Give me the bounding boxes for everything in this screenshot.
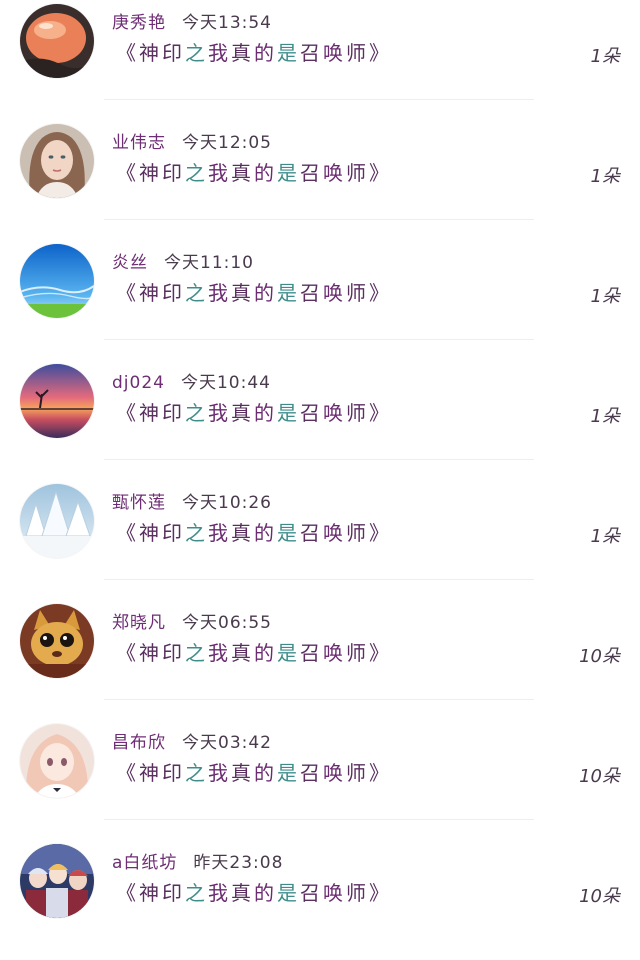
- book-title[interactable]: 《神印之我真的是召唤师》: [116, 518, 392, 548]
- timestamp: 今天13:54: [182, 13, 272, 33]
- book-title[interactable]: 《神印之我真的是召唤师》: [116, 758, 392, 788]
- divider: [104, 579, 534, 580]
- flower-count: 1朵: [590, 166, 620, 187]
- avatar[interactable]: [20, 724, 94, 798]
- anime-group-image-icon: [20, 844, 94, 918]
- cartoon-cat-image-icon: [20, 604, 94, 678]
- divider: [104, 819, 534, 820]
- timestamp: 今天11:10: [164, 253, 254, 273]
- list-item[interactable]: 炎丝 今天11:10 《神印之我真的是召唤师》 1朵: [0, 240, 640, 360]
- list-item[interactable]: 昌布欣 今天03:42 《神印之我真的是召唤师》 10朵: [0, 720, 640, 840]
- list-item[interactable]: 甄怀莲 今天10:26 《神印之我真的是召唤师》 1朵: [0, 480, 640, 600]
- list-item[interactable]: 庚秀艳 今天13:54 《神印之我真的是召唤师》 1朵: [0, 0, 640, 120]
- book-title[interactable]: 《神印之我真的是召唤师》: [116, 398, 392, 428]
- list-item[interactable]: a白纸坊 昨天23:08 《神印之我真的是召唤师》 10朵: [0, 840, 640, 960]
- timestamp: 今天06:55: [182, 613, 272, 633]
- gift-list: 庚秀艳 今天13:54 《神印之我真的是召唤师》 1朵 业伟志 今天12:05 《神…: [0, 0, 640, 932]
- avatar[interactable]: [20, 124, 94, 198]
- peach-blob-photo-icon: [20, 4, 94, 78]
- avatar[interactable]: [20, 604, 94, 678]
- flower-count: 1朵: [590, 286, 620, 307]
- avatar[interactable]: [20, 244, 94, 318]
- flower-count: 1朵: [590, 406, 620, 427]
- flower-count: 10朵: [579, 766, 620, 787]
- username[interactable]: 炎丝: [112, 253, 148, 273]
- list-item[interactable]: 郑晓凡 今天06:55 《神印之我真的是召唤师》 10朵: [0, 600, 640, 720]
- timestamp: 昨天23:08: [193, 853, 284, 873]
- divider: [104, 459, 534, 460]
- flower-count: 1朵: [590, 46, 620, 67]
- sunset-tree-photo-icon: [20, 364, 94, 438]
- username[interactable]: 昌布欣: [112, 733, 166, 753]
- username[interactable]: 庚秀艳: [112, 13, 166, 33]
- divider: [104, 99, 534, 100]
- list-item[interactable]: 业伟志 今天12:05 《神印之我真的是召唤师》 1朵: [0, 120, 640, 240]
- divider: [104, 339, 534, 340]
- book-title[interactable]: 《神印之我真的是召唤师》: [116, 278, 392, 308]
- username[interactable]: 业伟志: [112, 133, 166, 153]
- list-item[interactable]: dj024 今天10:44 《神印之我真的是召唤师》 1朵: [0, 360, 640, 480]
- divider: [104, 219, 534, 220]
- snow-forest-photo-icon: [20, 484, 94, 558]
- flower-count: 10朵: [579, 646, 620, 667]
- blue-sky-photo-icon: [20, 244, 94, 318]
- book-title[interactable]: 《神印之我真的是召唤师》: [116, 878, 392, 908]
- book-title[interactable]: 《神印之我真的是召唤师》: [116, 158, 392, 188]
- timestamp: 今天10:44: [180, 373, 271, 393]
- username[interactable]: dj024: [112, 373, 165, 393]
- username[interactable]: a白纸坊: [112, 853, 177, 873]
- timestamp: 今天03:42: [182, 733, 272, 753]
- timestamp: 今天12:05: [182, 133, 272, 153]
- book-title[interactable]: 《神印之我真的是召唤师》: [116, 38, 392, 68]
- anime-girl-image-icon: [20, 724, 94, 798]
- flower-count: 10朵: [579, 886, 620, 907]
- divider: [104, 699, 534, 700]
- avatar[interactable]: [20, 484, 94, 558]
- flower-count: 1朵: [590, 526, 620, 547]
- book-title[interactable]: 《神印之我真的是召唤师》: [116, 638, 392, 668]
- timestamp: 今天10:26: [182, 493, 272, 513]
- avatar[interactable]: [20, 364, 94, 438]
- username[interactable]: 郑晓凡: [112, 613, 166, 633]
- girl-portrait-photo-icon: [20, 124, 94, 198]
- avatar[interactable]: [20, 4, 94, 78]
- username[interactable]: 甄怀莲: [112, 493, 166, 513]
- avatar[interactable]: [20, 844, 94, 918]
